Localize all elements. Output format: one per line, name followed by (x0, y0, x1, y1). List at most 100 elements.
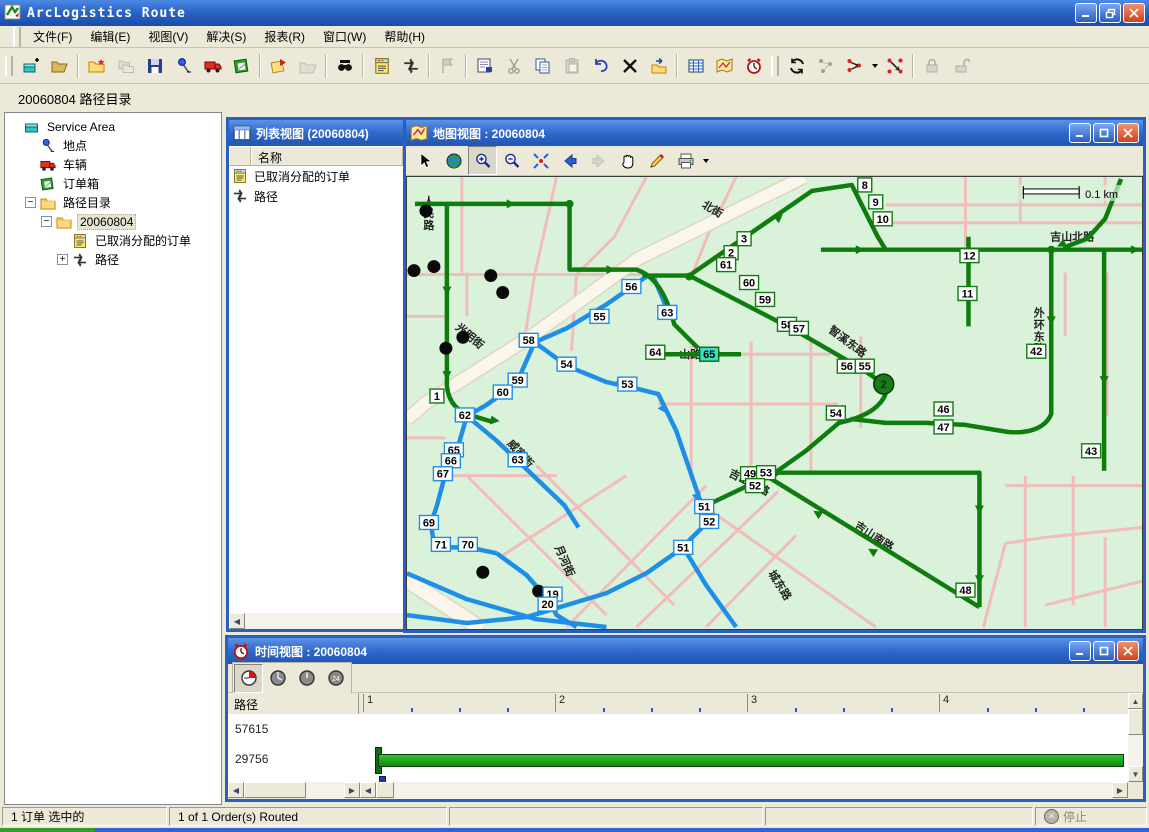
toolbar-button-map-view[interactable] (710, 51, 739, 80)
map-tool-zoom-selected[interactable] (526, 146, 555, 175)
route-time-bar[interactable] (378, 754, 1124, 767)
toolbar-button-location-pin[interactable] (169, 51, 198, 80)
tree-item-车辆[interactable]: 车辆 (5, 155, 221, 174)
svg-text:56: 56 (625, 282, 637, 294)
map-tool-draw-pencil[interactable] (642, 146, 671, 175)
toolbar-button-find-binoculars[interactable] (330, 51, 359, 80)
toolbar-button-new-service-area[interactable] (16, 51, 45, 80)
toolbar-button-copy[interactable] (528, 51, 557, 80)
time-vscrollbar[interactable]: ▲▼ (1128, 693, 1143, 782)
toolbar-button-vehicle-truck[interactable] (198, 51, 227, 80)
list-window-titlebar[interactable]: 列表视图 (20060804) (229, 120, 403, 146)
toolbar-button-save[interactable] (140, 51, 169, 80)
map-tool-zoom-in[interactable] (468, 146, 497, 175)
menu-item-0[interactable]: 文件(F) (24, 26, 81, 47)
toolbar-button-move-to-folder[interactable] (644, 51, 673, 80)
tree-expander[interactable]: − (41, 216, 52, 227)
map-toolbar (406, 146, 1143, 176)
stop-dot[interactable] (484, 269, 497, 282)
stop-dot[interactable] (476, 566, 489, 579)
time-maximize-button[interactable] (1093, 641, 1115, 661)
time-tool-clock-quarter[interactable] (234, 664, 263, 693)
toolbar-button-routes-arrows[interactable] (396, 51, 425, 80)
tree-item-Service Area[interactable]: Service Area (5, 117, 221, 136)
time-tool-clock-hour[interactable] (292, 664, 321, 693)
map-canvas[interactable]: 人民路光明街北街山路智溪东路吉山北路外环东路威家街吉山二路吉山南路城东路月河街1… (406, 176, 1143, 630)
tree-expander[interactable]: − (25, 197, 36, 208)
column-header-name[interactable]: 名称 (251, 146, 403, 165)
toolbar-button-new-folder[interactable] (82, 51, 111, 80)
ruler-minor-tick (1035, 708, 1037, 712)
minimize-button[interactable] (1075, 3, 1097, 23)
toolbar-button-unassign-stops[interactable] (880, 51, 909, 80)
ruler-minor-tick (459, 708, 461, 712)
menu-item-4[interactable]: 报表(R) (255, 26, 314, 47)
toolbar-separator (77, 54, 79, 78)
toolbar-button-order-box[interactable] (227, 51, 256, 80)
menu-item-1[interactable]: 编辑(E) (81, 26, 139, 47)
menu-item-5[interactable]: 窗口(W) (314, 26, 375, 47)
tree-item-地点[interactable]: 地点 (5, 136, 221, 155)
map-maximize-button[interactable] (1093, 123, 1115, 143)
time-tool-clock-24[interactable]: 24 (321, 664, 350, 693)
map-tool-caret[interactable] (700, 147, 711, 174)
toolbar-button-orders-notepad[interactable] (367, 51, 396, 80)
map-minimize-button[interactable] (1069, 123, 1091, 143)
list-row[interactable]: 已取消分配的订单 (229, 166, 403, 186)
breadcrumb-row: 20060804 路径目录 (0, 85, 1149, 112)
toolbar-button-properties[interactable] (470, 51, 499, 80)
list-row[interactable]: 路径 (229, 186, 403, 206)
toolbar-button-assign-orders[interactable] (264, 51, 293, 80)
toolbar-button-open-folder[interactable] (45, 51, 74, 80)
time-hscrollbars[interactable]: ◀▶ ◀▶ (228, 782, 1128, 799)
map-tool-cursor-arrow[interactable] (410, 146, 439, 175)
map-window-titlebar[interactable]: 地图视图 : 20060804 (406, 120, 1143, 146)
time-row-57615[interactable]: 57615 (228, 714, 1128, 744)
stop-dot[interactable] (427, 260, 440, 273)
vehicle-truck-icon (40, 157, 57, 173)
stop-dot[interactable] (407, 264, 420, 277)
map-tool-zoom-out[interactable] (497, 146, 526, 175)
time-tool-clock-half[interactable] (263, 664, 292, 693)
stop-dot[interactable] (439, 342, 452, 355)
tree-item-订单箱[interactable]: 订单箱 (5, 174, 221, 193)
toolbar-button-undo-arrow[interactable] (586, 51, 615, 80)
tree-item-路径目录[interactable]: −路径目录 (5, 193, 221, 212)
tree-expander[interactable]: + (57, 254, 68, 265)
menu-item-3[interactable]: 解决(S) (197, 26, 255, 47)
stop-button[interactable]: ✕ 停止 (1035, 807, 1147, 826)
map-close-button[interactable] (1117, 123, 1139, 143)
time-window-titlebar[interactable]: 时间视图 : 20060804 (228, 638, 1143, 664)
toolbar-caret-reassign-stops[interactable] (869, 52, 880, 79)
toolbar-button-list-view-table[interactable] (681, 51, 710, 80)
svg-text:59: 59 (759, 294, 771, 306)
map-tool-printer[interactable] (671, 146, 700, 175)
time-row-29756[interactable]: 29756 (228, 744, 1128, 774)
menu-item-2[interactable]: 视图(V) (139, 26, 197, 47)
toolbar-button-time-view-clock[interactable] (739, 51, 768, 80)
tree-item-路径[interactable]: +路径 (5, 250, 221, 269)
menu-item-6[interactable]: 帮助(H) (375, 26, 434, 47)
toolbar-button-solve-cycle[interactable] (782, 51, 811, 80)
stop-dot[interactable] (419, 204, 432, 217)
toolbar-button-reassign-stops[interactable] (840, 51, 869, 80)
map-tool-previous-extent[interactable] (555, 146, 584, 175)
list-hscrollbar[interactable]: ◀ (229, 613, 403, 629)
map-window-title: 地图视图 : 20060804 (433, 125, 545, 142)
svg-text:51: 51 (698, 502, 710, 514)
toolbar-button-delete-x[interactable] (615, 51, 644, 80)
time-close-button[interactable] (1117, 641, 1139, 661)
restore-button[interactable] (1099, 3, 1121, 23)
tree-panel[interactable]: Service Area地点车辆订单箱−路径目录−20060804已取消分配的订… (4, 112, 222, 805)
list-window-title: 列表视图 (20060804) (256, 125, 369, 142)
close-button[interactable] (1123, 3, 1145, 23)
stop-dot[interactable] (496, 286, 509, 299)
tree-item-20060804[interactable]: −20060804 (5, 212, 221, 231)
map-tool-globe-full-extent[interactable] (439, 146, 468, 175)
map-tool-pan-hand[interactable] (613, 146, 642, 175)
time-minimize-button[interactable] (1069, 641, 1091, 661)
time-body[interactable]: 5761529756 (228, 714, 1128, 782)
svg-text:46: 46 (937, 404, 949, 416)
stop-dot[interactable] (456, 331, 469, 344)
tree-item-已取消分配的订单[interactable]: 已取消分配的订单 (5, 231, 221, 250)
